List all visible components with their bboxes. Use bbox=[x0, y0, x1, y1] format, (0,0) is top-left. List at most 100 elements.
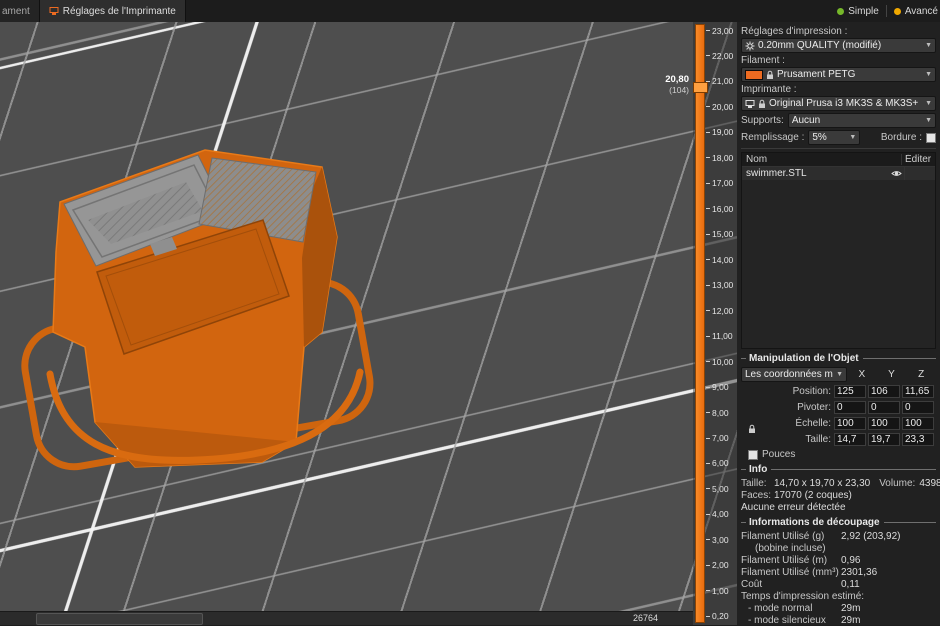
rotate-z-input[interactable] bbox=[902, 401, 934, 414]
cost-label: Coût bbox=[741, 579, 841, 590]
size-x-input[interactable] bbox=[834, 433, 866, 446]
layer-tick: 15,00 bbox=[706, 230, 737, 239]
tab-filament-label: ament bbox=[2, 6, 30, 17]
printer-icon bbox=[49, 6, 59, 16]
filament-used-mm3-row: Filament Utilisé (mm³) 2301,36 bbox=[741, 567, 936, 578]
cost-row: Coût 0,11 bbox=[741, 579, 936, 590]
object-list-header: Nom Éditer bbox=[742, 153, 935, 167]
info-volume-value: 4398,34 bbox=[919, 478, 940, 489]
manipulation-title: Manipulation de l'Objet bbox=[749, 353, 859, 364]
divider bbox=[741, 148, 936, 149]
current-layer-height: 20,80 bbox=[665, 74, 689, 85]
supports-label: Supports: bbox=[741, 115, 784, 126]
position-label: Position: bbox=[741, 386, 834, 397]
info-size-row: Taille: 14,70 x 19,70 x 23,30 Volume: 43… bbox=[741, 478, 936, 489]
lock-icon bbox=[758, 99, 766, 109]
rotate-y-input[interactable] bbox=[868, 401, 900, 414]
manipulation-header: Manipulation de l'Objet bbox=[741, 353, 936, 364]
position-z-input[interactable] bbox=[902, 385, 934, 398]
inches-checkbox[interactable] bbox=[748, 450, 758, 460]
position-y-input[interactable] bbox=[868, 385, 900, 398]
slicing-header: Informations de découpage bbox=[741, 517, 936, 528]
layer-slider[interactable]: 23,0022,0021,0020,0019,0018,0017,0016,00… bbox=[693, 22, 737, 625]
spool-included-row: (bobine incluse) bbox=[741, 543, 936, 554]
mode-simple-button[interactable]: Simple bbox=[837, 6, 879, 17]
layer-tick: 14,00 bbox=[706, 255, 737, 264]
position-x-input[interactable] bbox=[834, 385, 866, 398]
chevron-down-icon: ▼ bbox=[836, 371, 843, 378]
mode-separator bbox=[886, 5, 887, 17]
top-tab-bar: ament Réglages de l'Imprimante Simple Av… bbox=[0, 0, 940, 23]
layer-tick: 8,00 bbox=[706, 408, 737, 417]
supports-row: Supports: Aucun ▼ bbox=[741, 113, 936, 128]
filament-used-g-row: Filament Utilisé (g) 2,92 (203,92) bbox=[741, 531, 936, 542]
layer-tick: 10,00 bbox=[706, 357, 737, 366]
layer-ticks: 23,0022,0021,0020,0019,0018,0017,0016,00… bbox=[706, 26, 737, 621]
current-layer-label: 20,80 (104) bbox=[665, 74, 689, 96]
info-errors: Aucune erreur détectée bbox=[741, 502, 846, 513]
object-list-row[interactable]: swimmer.STL bbox=[742, 167, 935, 180]
axis-x-label: X bbox=[847, 369, 877, 380]
time-normal-value: 29m bbox=[841, 603, 860, 614]
print-time-title: Temps d'impression estimé: bbox=[741, 591, 864, 602]
infill-row: Remplissage : 5% ▼ Bordure : bbox=[741, 130, 936, 145]
simple-mode-dot-icon bbox=[837, 8, 844, 15]
time-stealth-row: - mode silencieux 29m bbox=[741, 615, 936, 626]
brim-label: Bordure : bbox=[881, 132, 922, 143]
object-edit-cell[interactable] bbox=[904, 167, 931, 180]
filament-dropdown[interactable]: Prusament PETG ▼ bbox=[741, 67, 936, 82]
scale-y-input[interactable] bbox=[868, 417, 900, 430]
info-title: Info bbox=[749, 464, 767, 475]
chevron-down-icon: ▼ bbox=[925, 117, 932, 124]
mode-advanced-button[interactable]: Avancé bbox=[894, 6, 938, 17]
brim-checkbox[interactable] bbox=[926, 133, 936, 143]
size-z-input[interactable] bbox=[902, 433, 934, 446]
size-y-input[interactable] bbox=[868, 433, 900, 446]
chevron-down-icon: ▼ bbox=[849, 134, 856, 141]
object-list: Nom Éditer swimmer.STL bbox=[741, 152, 936, 349]
info-header: Info bbox=[741, 464, 936, 475]
info-errors-row: Aucune erreur détectée bbox=[741, 502, 936, 513]
right-sidebar: Réglages d'impression : 0.20mm QUALITY (… bbox=[737, 22, 940, 625]
rotate-x-input[interactable] bbox=[834, 401, 866, 414]
info-volume-label: Volume: bbox=[879, 478, 915, 489]
infill-dropdown[interactable]: 5% ▼ bbox=[808, 130, 860, 145]
supports-dropdown[interactable]: Aucun ▼ bbox=[788, 113, 936, 128]
layer-tick: 13,00 bbox=[706, 281, 737, 290]
mode-simple-label: Simple bbox=[848, 6, 879, 17]
filament-used-m-value: 0,96 bbox=[841, 555, 860, 566]
info-faces-label: Faces: bbox=[741, 490, 774, 501]
axis-z-label: Z bbox=[906, 369, 936, 380]
advanced-mode-dot-icon bbox=[894, 8, 901, 15]
rotate-label: Pivoter: bbox=[741, 402, 834, 413]
print-settings-dropdown[interactable]: 0.20mm QUALITY (modifié) ▼ bbox=[741, 38, 936, 53]
current-layer-number: (104) bbox=[665, 85, 689, 95]
coords-dropdown[interactable]: Les coordonnées mond ▼ bbox=[741, 367, 847, 382]
layer-tick: 6,00 bbox=[706, 459, 737, 468]
tab-printer-settings[interactable]: Réglages de l'Imprimante bbox=[40, 0, 186, 22]
printer-dropdown[interactable]: Original Prusa i3 MK3S & MK3S+ ▼ bbox=[741, 96, 936, 111]
column-edit: Éditer bbox=[901, 154, 931, 165]
layer-tick: 7,00 bbox=[706, 434, 737, 443]
scale-x-input[interactable] bbox=[834, 417, 866, 430]
layer-tick: 18,00 bbox=[706, 153, 737, 162]
filament-used-mm3-label: Filament Utilisé (mm³) bbox=[741, 567, 841, 578]
filament-used-g-label: Filament Utilisé (g) bbox=[741, 531, 841, 542]
layer-tick: 23,00 bbox=[706, 26, 737, 35]
time-stealth-label: - mode silencieux bbox=[741, 615, 841, 626]
mode-switch: Simple Avancé bbox=[837, 0, 940, 22]
coords-value: Les coordonnées mond bbox=[745, 369, 833, 380]
viewport-bottom-bar: 26764 bbox=[0, 611, 693, 625]
layer-tick: 19,00 bbox=[706, 128, 737, 137]
layer-slider-track[interactable] bbox=[695, 24, 705, 623]
tab-filament-settings[interactable]: ament bbox=[0, 0, 40, 22]
scale-z-input[interactable] bbox=[902, 417, 934, 430]
filament-value: Prusament PETG bbox=[777, 69, 855, 80]
cost-value: 0,11 bbox=[841, 579, 860, 590]
eye-icon[interactable] bbox=[888, 169, 904, 178]
model-swimmer-stl[interactable] bbox=[0, 22, 695, 612]
layer-tick: 4,00 bbox=[706, 510, 737, 519]
view-mode-control[interactable] bbox=[36, 613, 203, 625]
object-list-empty-area[interactable] bbox=[742, 180, 935, 348]
3d-viewport[interactable]: 26764 23,0022,0021,0020,0019,0018,0017,0… bbox=[0, 22, 737, 625]
